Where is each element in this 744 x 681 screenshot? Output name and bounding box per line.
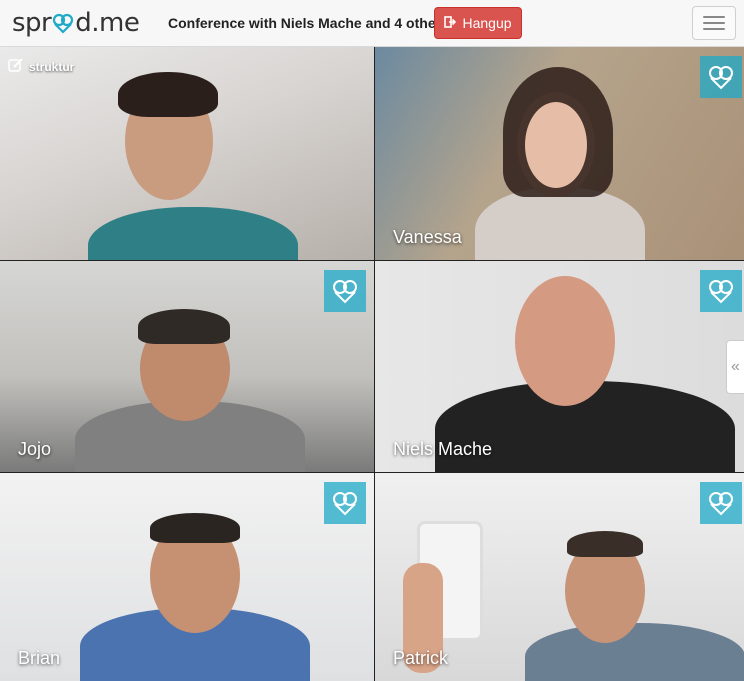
- self-label: struktur: [8, 57, 74, 76]
- sidebar-toggle-handle[interactable]: «: [726, 340, 744, 394]
- sign-out-icon: [444, 15, 457, 31]
- participant-video-tile[interactable]: Patrick: [375, 473, 744, 681]
- participant-video-tile[interactable]: Vanessa: [375, 47, 744, 260]
- menu-toggle-button[interactable]: [692, 6, 736, 40]
- participant-name: Vanessa: [393, 227, 462, 247]
- participant-video-tile[interactable]: Jojo: [0, 261, 374, 472]
- spreed-heart-badge-icon: [700, 270, 742, 312]
- participant-name: Jojo: [18, 439, 52, 459]
- spreed-heart-badge-icon: [700, 56, 742, 98]
- conference-title: Conference with Niels Mache and 4 others: [168, 15, 449, 31]
- hamburger-bar-icon: [703, 22, 725, 24]
- spreed-heart-badge-icon: [700, 482, 742, 524]
- participant-name: Patrick: [393, 648, 449, 668]
- double-chevron-left-icon: «: [731, 358, 740, 375]
- spreed-heart-badge-icon: [324, 482, 366, 524]
- spreed-heart-badge-icon: [324, 270, 366, 312]
- hangup-label: Hangup: [462, 15, 512, 31]
- top-bar: spr d.me Conference with Niels Mache and…: [0, 0, 744, 47]
- hamburger-bar-icon: [703, 16, 725, 18]
- hangup-button[interactable]: Hangup: [434, 7, 522, 39]
- hamburger-bar-icon: [703, 28, 725, 30]
- heart-logo-icon: [52, 6, 74, 40]
- edit-icon: [8, 57, 24, 76]
- participant-name: Brian: [18, 648, 61, 668]
- participant-video-tile[interactable]: Brian: [0, 473, 374, 681]
- participant-video-tile[interactable]: Niels Mache: [375, 261, 744, 472]
- spreedme-logo: spr d.me: [12, 6, 140, 40]
- logo-text-end: d.me: [75, 8, 140, 38]
- self-video-tile[interactable]: struktur: [0, 47, 374, 260]
- logo-text-start: spr: [12, 8, 52, 38]
- self-name: struktur: [29, 59, 75, 74]
- participant-name: Niels Mache: [393, 439, 493, 459]
